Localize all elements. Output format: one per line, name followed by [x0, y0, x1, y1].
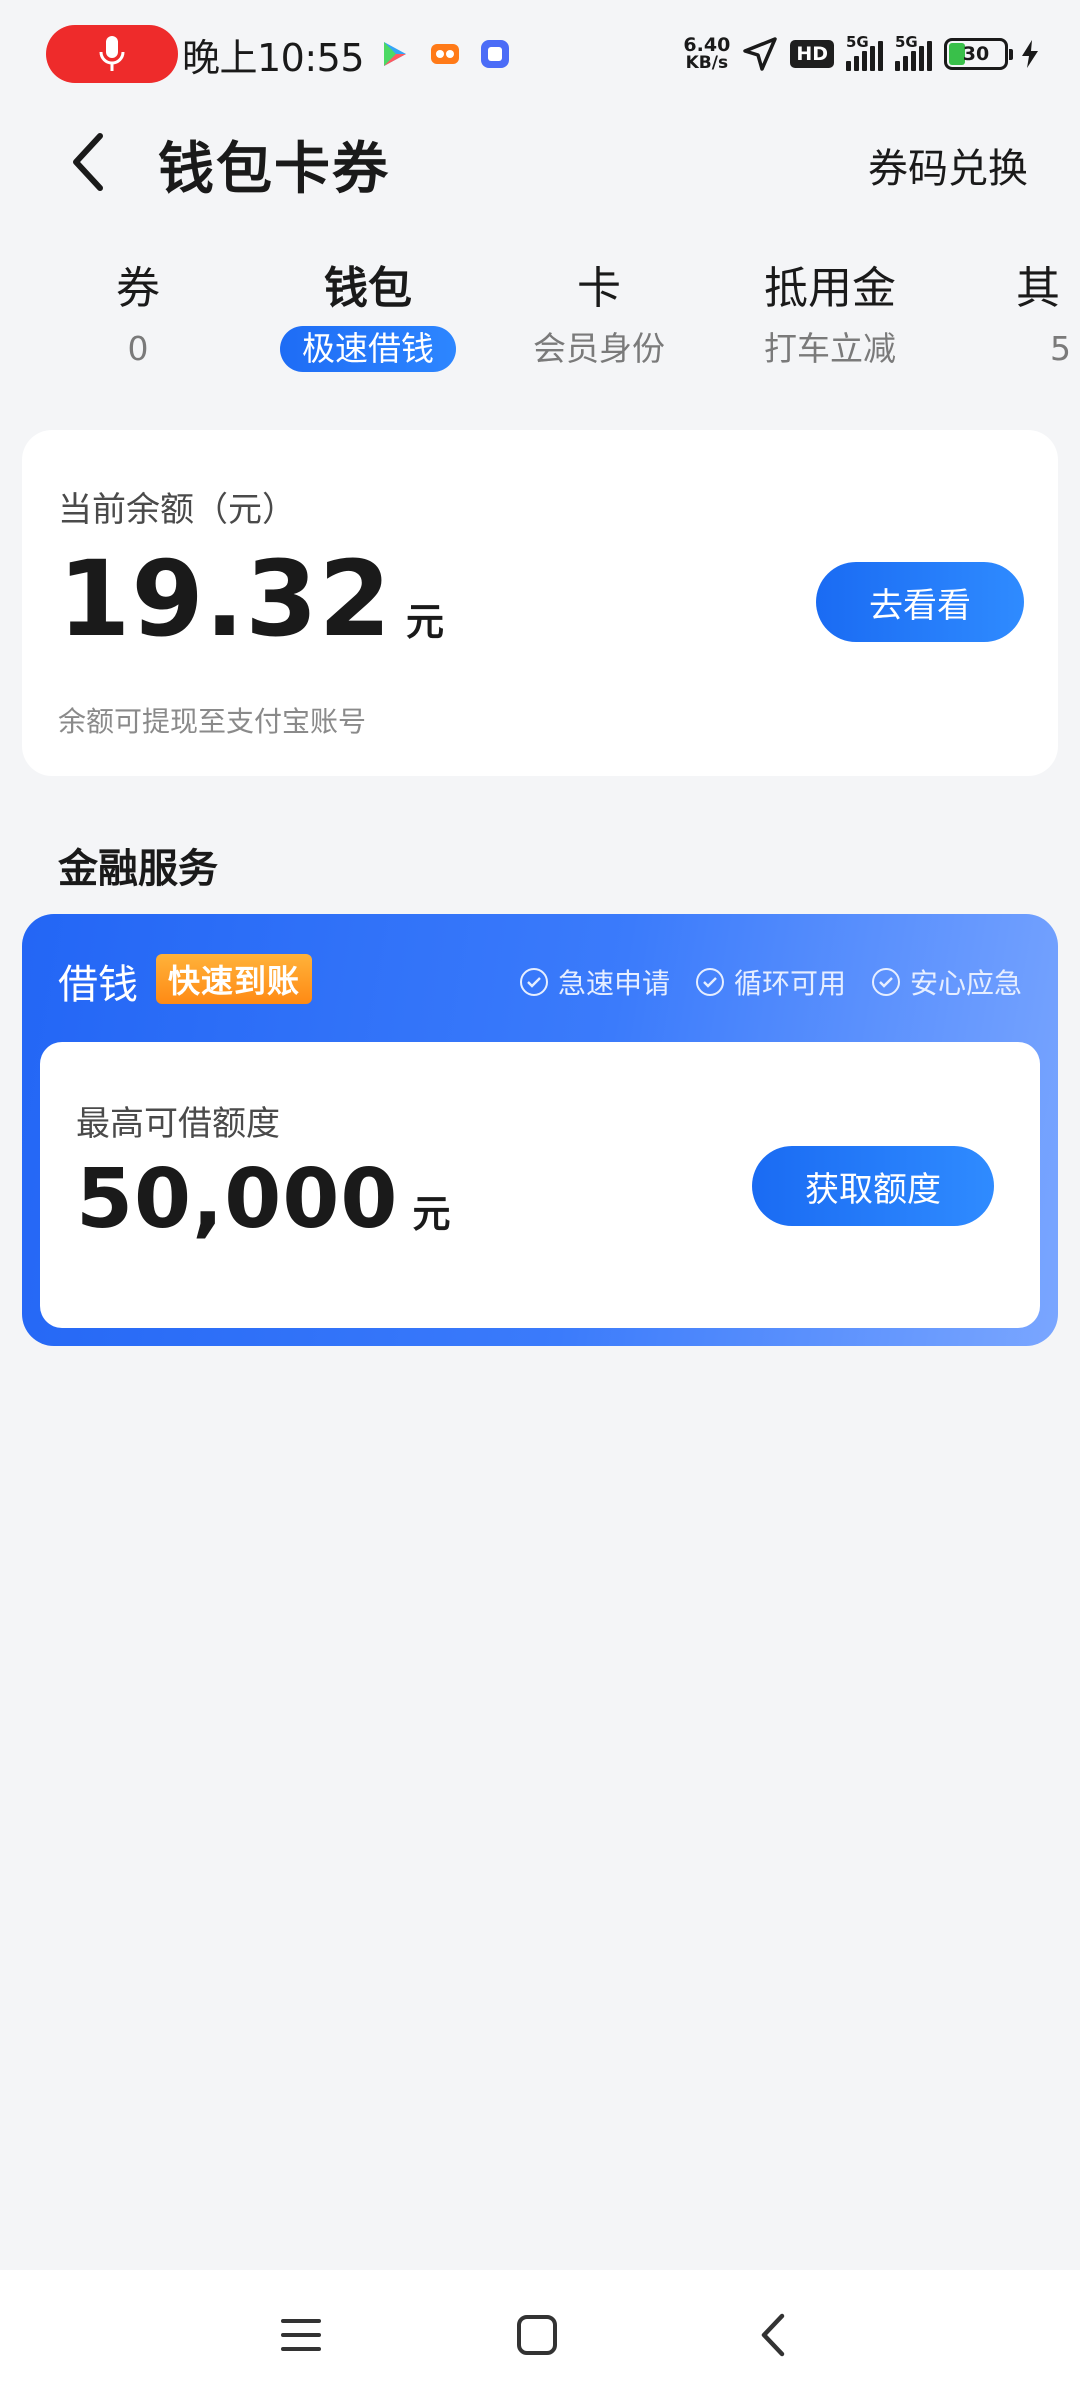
view-balance-button[interactable]: 去看看: [816, 562, 1024, 642]
tab-other[interactable]: 其 5: [980, 258, 1080, 372]
status-time: 晚上10:55: [182, 35, 365, 80]
home-button[interactable]: [502, 2300, 572, 2370]
chevron-left-icon: [73, 133, 103, 191]
limit-amount: 50,000 元: [76, 1152, 450, 1247]
signal-strength-1: 5G: [846, 33, 883, 71]
tab-wallet[interactable]: 钱包 极速借钱: [268, 258, 468, 372]
coupon-code-redeem-link[interactable]: 券码兑换: [868, 136, 1028, 194]
loan-name: 借钱: [58, 962, 138, 1008]
play-store-icon: [378, 37, 412, 71]
section-title-finance: 金融服务: [58, 846, 218, 892]
balance-label: 当前余额（元）: [58, 490, 296, 530]
chevron-left-icon: [761, 2313, 785, 2357]
loan-features: 急速申请 循环可用 安心应急: [519, 962, 1022, 1002]
balance-unit: 元: [405, 600, 444, 644]
limit-value: 50,000: [76, 1152, 399, 1247]
menu-button[interactable]: [266, 2300, 336, 2370]
limit-unit: 元: [412, 1192, 451, 1236]
loan-limit-panel: 最高可借额度 50,000 元 获取额度: [40, 1042, 1040, 1328]
status-bar: 晚上10:55 6.40 KB/s HD 5G 5G 30: [0, 0, 1080, 108]
balance-amount: 19.32 元: [58, 538, 444, 660]
tab-vouchers[interactable]: 抵用金 打车立减: [730, 258, 930, 372]
signal-strength-2: 5G: [895, 33, 932, 71]
system-back-button[interactable]: [738, 2300, 808, 2370]
tab-cards[interactable]: 卡 会员身份: [499, 258, 699, 372]
video-app-icon: [428, 37, 462, 71]
back-button[interactable]: [56, 130, 120, 194]
loan-card[interactable]: 借钱 快速到账 急速申请 循环可用 安心应急 最高可借额度 50,000 元 获…: [22, 914, 1058, 1346]
category-tabs: 券 0 钱包 极速借钱 卡 会员身份 抵用金 打车立减 其 5: [0, 258, 1080, 388]
feature-item: 安心应急: [871, 962, 1022, 1002]
get-credit-limit-button[interactable]: 获取额度: [752, 1146, 994, 1226]
feature-item: 急速申请: [519, 962, 670, 1002]
tab-coupons[interactable]: 券 0: [38, 258, 238, 372]
check-circle-icon: [695, 968, 724, 996]
menu-icon: [281, 2319, 321, 2351]
recording-indicator[interactable]: [46, 25, 178, 83]
tieba-app-icon: [478, 37, 512, 71]
check-circle-icon: [519, 968, 548, 996]
page-title: 钱包卡券: [158, 137, 390, 202]
charging-bolt-icon: [1022, 40, 1038, 68]
hd-badge: HD: [790, 39, 834, 69]
balance-card: 当前余额（元） 19.32 元 去看看 余额可提现至支付宝账号: [22, 430, 1058, 776]
balance-value: 19.32: [58, 538, 392, 660]
square-home-icon: [517, 2315, 557, 2355]
location-arrow-icon: [743, 37, 778, 71]
limit-label: 最高可借额度: [76, 1104, 280, 1144]
microphone-icon: [99, 36, 125, 71]
status-right: 6.40 KB/s HD 5G 5G 30: [683, 33, 1040, 73]
fast-arrival-badge: 快速到账: [156, 954, 313, 1004]
balance-note: 余额可提现至支付宝账号: [58, 705, 367, 738]
check-circle-icon: [871, 968, 900, 996]
system-navigation-bar: [0, 2270, 1080, 2400]
page-header: 钱包卡券 券码兑换: [0, 108, 1080, 218]
feature-item: 循环可用: [695, 962, 846, 1002]
screen: 晚上10:55 6.40 KB/s HD 5G 5G 30 钱包卡券 券码兑换 …: [0, 0, 1080, 2400]
network-speed: 6.40 KB/s: [683, 34, 731, 73]
battery-indicator: 30: [944, 38, 1013, 70]
